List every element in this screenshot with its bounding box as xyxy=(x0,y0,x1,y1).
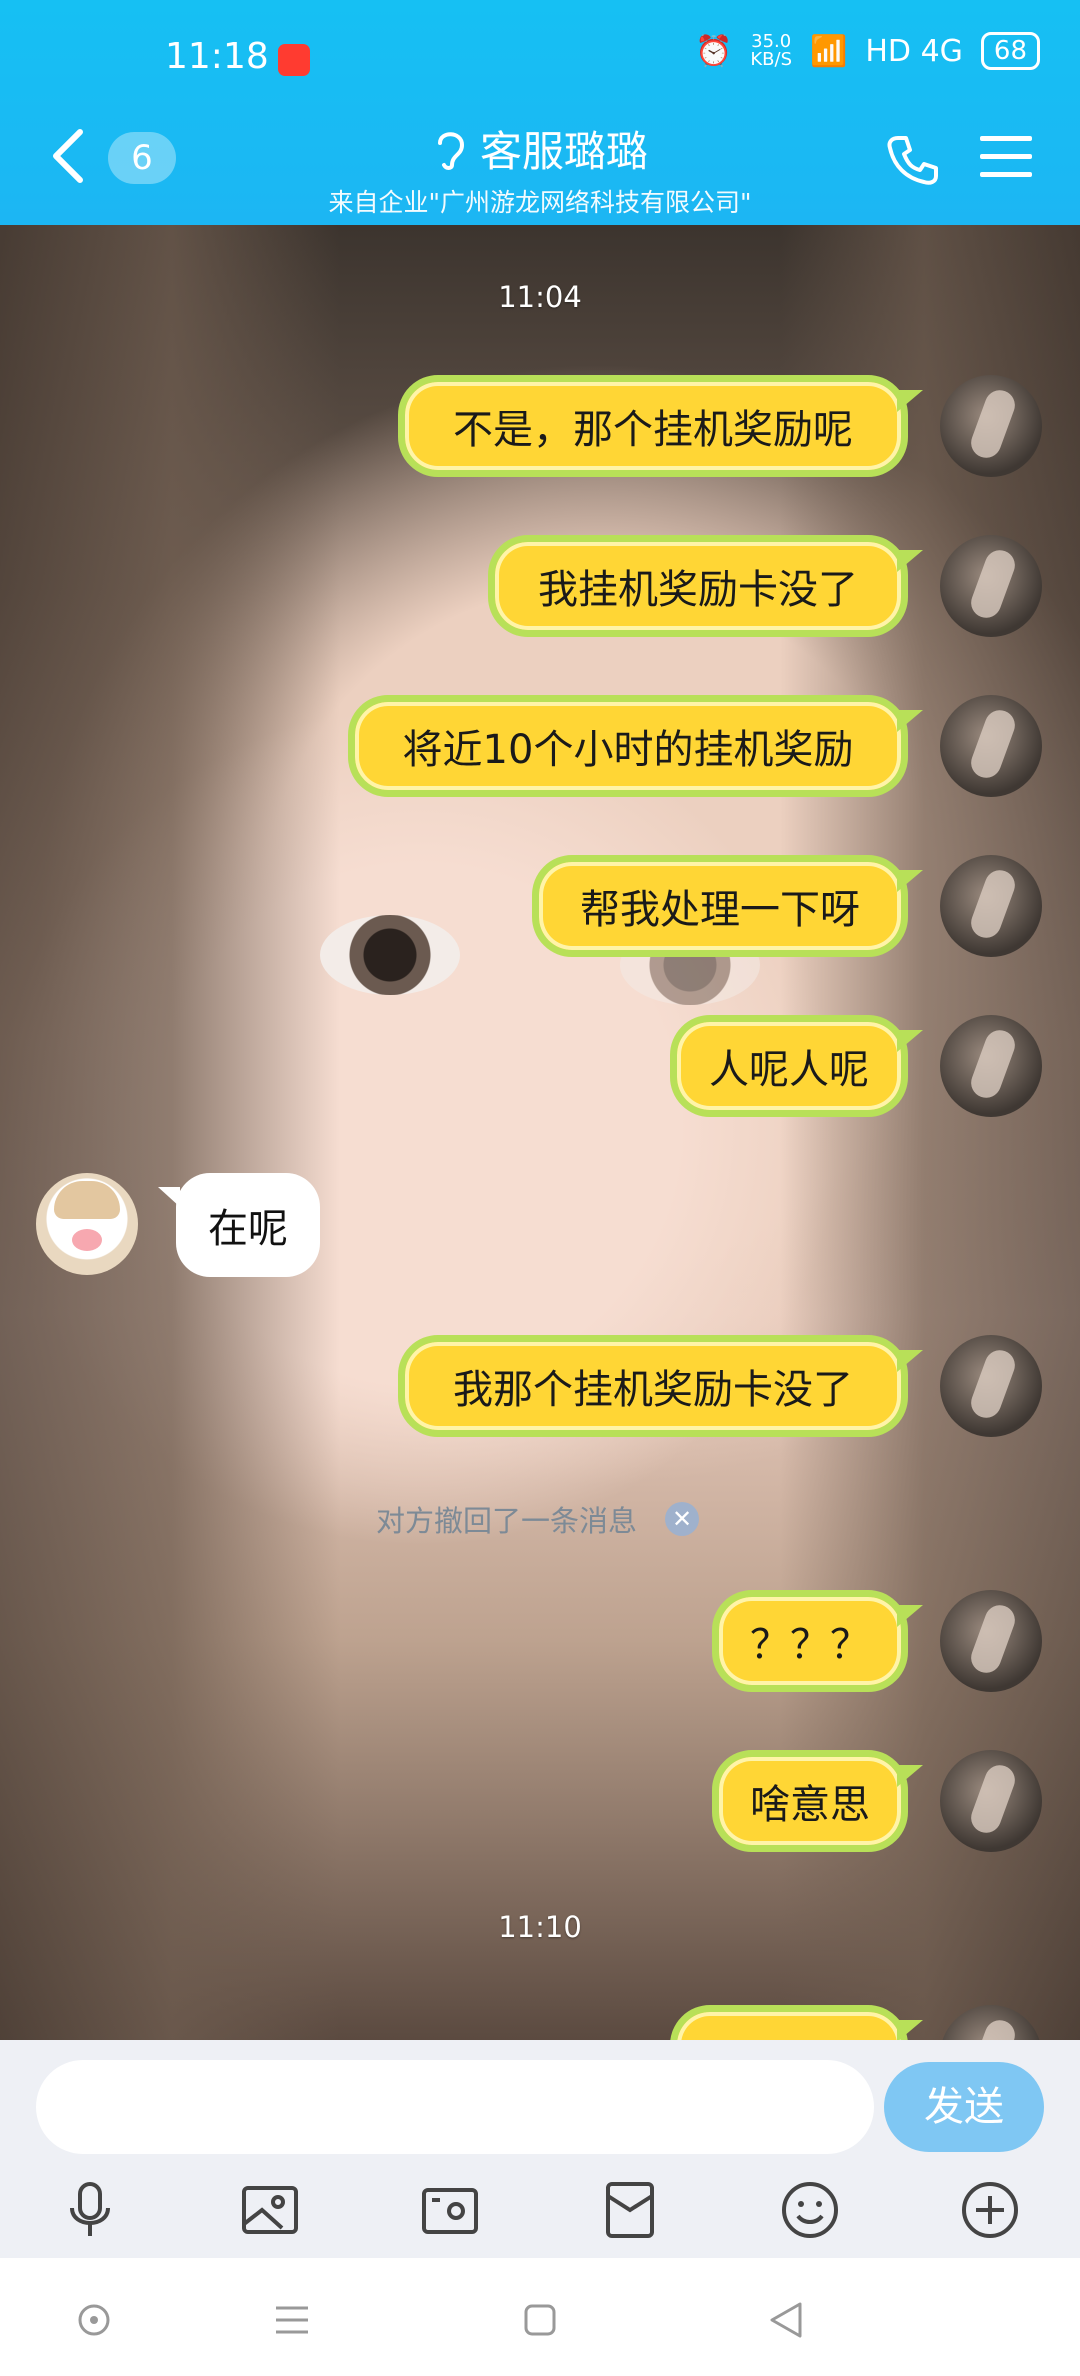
message-bubble[interactable]: ？？？ xyxy=(712,1590,923,1692)
chat-subtitle: 来自企业"广州游龙网络科技有限公司" xyxy=(328,188,752,217)
message-bubble[interactable]: 不是，那个挂机奖励呢 xyxy=(398,375,923,477)
my-avatar[interactable] xyxy=(940,1750,1042,1852)
wifi-icon: 📶 xyxy=(810,33,848,69)
my-avatar[interactable] xyxy=(940,695,1042,797)
message-bubble[interactable]: 帮我处理一下呀 xyxy=(532,855,923,957)
close-icon[interactable]: ✕ xyxy=(665,1502,700,1536)
network-type: HD 4G xyxy=(865,33,963,69)
message-bubble-partial[interactable] xyxy=(670,2005,923,2040)
emoji-icon[interactable] xyxy=(778,2178,842,2242)
chat-title: 客服璐璐 xyxy=(479,127,648,176)
image-icon[interactable] xyxy=(238,2178,302,2242)
my-avatar[interactable] xyxy=(940,1335,1042,1437)
message-input[interactable] xyxy=(36,2060,874,2154)
my-avatar[interactable] xyxy=(940,1590,1042,1692)
microphone-icon[interactable] xyxy=(58,2178,122,2242)
message-bubble[interactable]: 啥意思 xyxy=(712,1750,923,1852)
assistant-icon[interactable] xyxy=(74,2300,114,2340)
chat-area[interactable]: 11:04 不是，那个挂机奖励呢 我挂机奖励卡没了 将近10个小时的挂机奖励 帮… xyxy=(0,225,1080,2040)
notification-app-icon xyxy=(278,44,310,76)
my-avatar[interactable] xyxy=(940,855,1042,957)
home-icon[interactable] xyxy=(520,2300,560,2340)
background-photo xyxy=(0,225,340,2040)
status-time: 11:18 xyxy=(165,36,269,77)
service-avatar[interactable] xyxy=(36,1173,138,1275)
my-avatar[interactable] xyxy=(940,1015,1042,1117)
status-icons: ⏰ 35.0 KB/S 📶 HD 4G 68 xyxy=(695,32,1040,70)
message-bubble[interactable]: 人呢人呢 xyxy=(670,1015,923,1117)
recent-apps-icon[interactable] xyxy=(272,2300,312,2340)
camera-icon[interactable] xyxy=(418,2178,482,2242)
menu-icon[interactable] xyxy=(980,134,1032,180)
input-area: 发送 xyxy=(0,2040,1080,2258)
recall-notice: 对方撤回了一条消息 ✕ xyxy=(376,1498,700,1540)
my-avatar[interactable] xyxy=(940,535,1042,637)
back-nav-icon[interactable] xyxy=(766,2300,806,2340)
message-bubble[interactable]: 我挂机奖励卡没了 xyxy=(488,535,923,637)
battery-indicator: 68 xyxy=(980,32,1040,70)
timestamp: 11:10 xyxy=(498,1910,582,1944)
plus-icon[interactable] xyxy=(958,2178,1022,2242)
send-button[interactable]: 发送 xyxy=(884,2062,1044,2152)
alarm-icon: ⏰ xyxy=(695,33,733,69)
recall-text: 对方撤回了一条消息 xyxy=(376,1504,638,1538)
ear-icon xyxy=(437,131,464,170)
background-eye-left xyxy=(320,915,460,995)
system-nav-bar xyxy=(0,2258,1080,2376)
network-speed: 35.0 KB/S xyxy=(750,31,793,70)
timestamp: 11:04 xyxy=(498,280,582,314)
service-message-bubble[interactable]: 在呢 xyxy=(158,1173,320,1277)
red-packet-icon[interactable] xyxy=(598,2178,662,2242)
message-bubble[interactable]: 将近10个小时的挂机奖励 xyxy=(348,695,923,797)
status-bar: 11:18 ⏰ 35.0 KB/S 📶 HD 4G 68 xyxy=(0,0,1080,120)
phone-icon[interactable] xyxy=(884,132,940,188)
message-bubble[interactable]: 我那个挂机奖励卡没了 xyxy=(398,1335,923,1437)
my-avatar[interactable] xyxy=(940,375,1042,477)
